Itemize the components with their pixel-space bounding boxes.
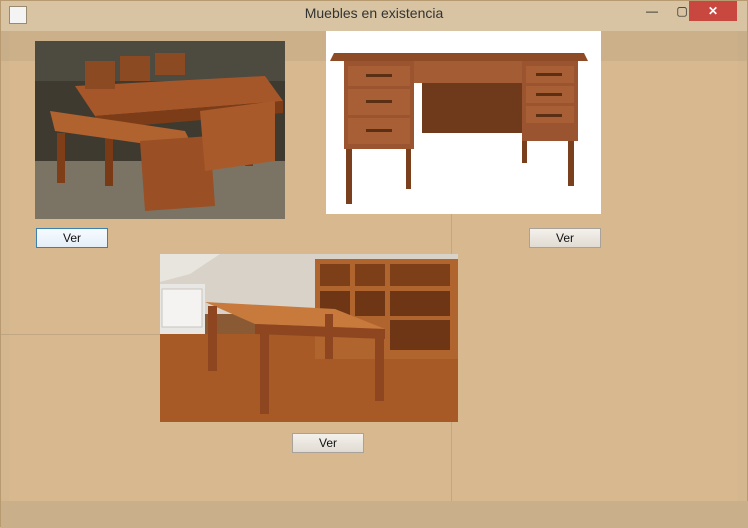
app-window: Muebles en existencia — ▢ ✕ Ver Ver Ver	[0, 0, 748, 528]
dining-table-photo	[35, 41, 285, 219]
wooden-table-photo	[160, 254, 458, 422]
close-button[interactable]: ✕	[689, 1, 737, 21]
view-wooden-table-button[interactable]: Ver	[292, 433, 364, 453]
window-title: Muebles en existencia	[304, 5, 444, 21]
view-dining-table-button[interactable]: Ver	[36, 228, 108, 248]
window-bottom-edge	[1, 501, 748, 528]
minimize-button[interactable]: —	[637, 1, 667, 21]
view-office-desk-button[interactable]: Ver	[529, 228, 601, 248]
ghost-divider	[1, 334, 161, 335]
office-desk-photo	[326, 31, 601, 214]
title-bar[interactable]: Muebles en existencia — ▢ ✕	[1, 1, 747, 31]
